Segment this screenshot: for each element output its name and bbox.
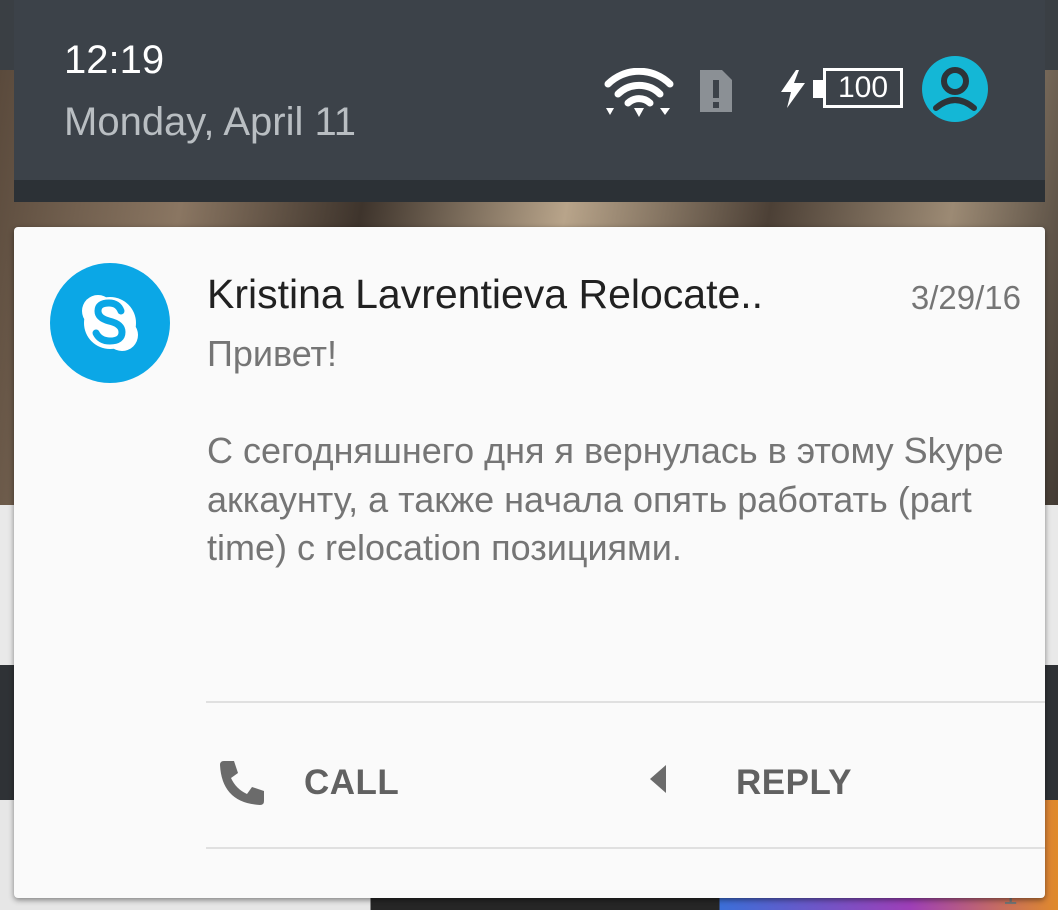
notification-timestamp: 3/29/16 [910,279,1021,316]
call-label: CALL [304,763,400,802]
battery-level: 100 [823,68,903,108]
notification-title: Kristina Lavrentieva Relocate.. [207,271,764,317]
clock-date[interactable]: Monday, April 11 [64,100,356,145]
battery-icon [813,80,823,98]
actions-divider-top [206,701,1045,703]
skype-notification-card[interactable]: Kristina Lavrentieva Relocate.. 3/29/16 … [14,227,1045,898]
quick-settings-header[interactable]: 12:19 Monday, April 11 100 [14,0,1045,180]
reply-label: REPLY [736,763,852,802]
reply-button[interactable]: REPLY [648,737,852,829]
clock-time: 12:19 [64,38,165,82]
notification-body: С сегодняшнего дня я вернулась в этому S… [207,430,1004,568]
call-button[interactable]: CALL [216,737,399,829]
skype-icon [50,263,170,383]
sim-alert-icon[interactable] [696,66,736,116]
actions-divider-bottom [206,847,1045,849]
user-avatar-icon[interactable] [922,56,988,122]
battery-indicator[interactable]: 100 [779,66,909,112]
reply-arrow-icon [650,765,666,793]
notification-subject: Привет! [207,333,338,374]
charging-bolt-icon [781,70,805,108]
phone-icon [220,761,264,805]
wifi-icon[interactable] [604,68,674,118]
header-bottom-strip [14,180,1045,202]
